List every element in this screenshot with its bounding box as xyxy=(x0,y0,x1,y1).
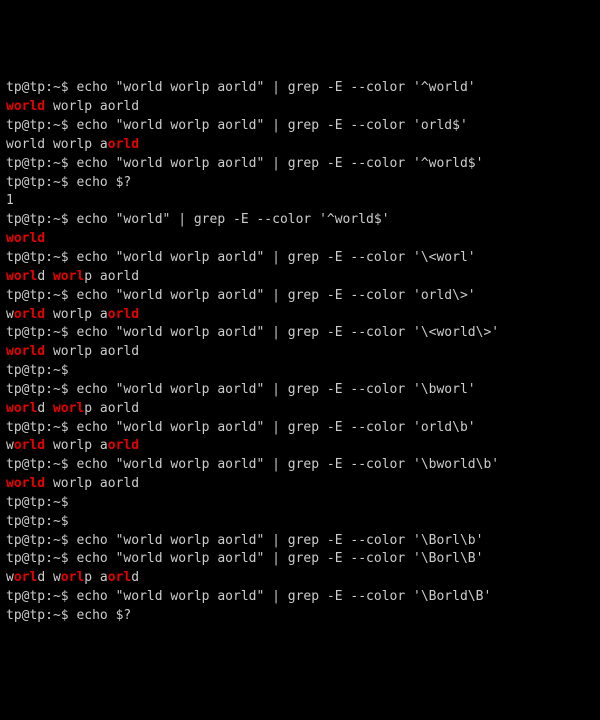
output-text: w xyxy=(6,438,14,453)
command-text: echo "world worlp aorld" | grep -E --col… xyxy=(76,589,491,604)
shell-prompt: tp@tp:~$ xyxy=(6,551,76,566)
grep-match: orl xyxy=(61,570,84,585)
grep-match: orl xyxy=(108,570,131,585)
shell-prompt: tp@tp:~$ xyxy=(6,212,76,227)
terminal-line: world worlp aorld xyxy=(6,475,594,494)
terminal-line: tp@tp:~$ echo $? xyxy=(6,607,594,626)
output-text: 1 xyxy=(6,193,14,208)
output-text: worlp aorld xyxy=(45,99,139,114)
grep-match: world xyxy=(6,231,45,246)
terminal-line: tp@tp:~$ echo "world worlp aorld" | grep… xyxy=(6,456,594,475)
shell-prompt: tp@tp:~$ xyxy=(6,250,76,265)
terminal-line: tp@tp:~$ echo "world worlp aorld" | grep… xyxy=(6,324,594,343)
shell-prompt: tp@tp:~$ xyxy=(6,175,76,190)
command-text: echo "world worlp aorld" | grep -E --col… xyxy=(76,382,475,397)
grep-match: worl xyxy=(6,401,37,416)
command-text: echo "world" | grep -E --color '^world$' xyxy=(76,212,389,227)
shell-prompt: tp@tp:~$ xyxy=(6,420,76,435)
output-text: d w xyxy=(37,570,60,585)
grep-match: world xyxy=(6,99,45,114)
terminal-line: tp@tp:~$ echo "world worlp aorld" | grep… xyxy=(6,381,594,400)
terminal-line: tp@tp:~$ echo "world worlp aorld" | grep… xyxy=(6,79,594,98)
output-text: d xyxy=(37,269,53,284)
terminal-line: tp@tp:~$ echo "world worlp aorld" | grep… xyxy=(6,287,594,306)
shell-prompt: tp@tp:~$ xyxy=(6,80,76,95)
command-text: echo "world worlp aorld" | grep -E --col… xyxy=(76,156,483,171)
output-text: p aorld xyxy=(84,401,139,416)
output-text: world worlp a xyxy=(6,137,108,152)
grep-match: worl xyxy=(53,269,84,284)
grep-match: world xyxy=(6,476,45,491)
command-text: echo "world worlp aorld" | grep -E --col… xyxy=(76,250,475,265)
grep-match: worl xyxy=(53,401,84,416)
command-text: echo "world worlp aorld" | grep -E --col… xyxy=(76,288,475,303)
shell-prompt: tp@tp:~$ xyxy=(6,382,76,397)
shell-prompt: tp@tp:~$ xyxy=(6,363,76,378)
terminal-line: world worlp aorld xyxy=(6,437,594,456)
terminal-line: tp@tp:~$ echo "world worlp aorld" | grep… xyxy=(6,532,594,551)
terminal-line: world worlp aorld xyxy=(6,268,594,287)
command-text: echo "world worlp aorld" | grep -E --col… xyxy=(76,533,483,548)
output-text: p aorld xyxy=(84,269,139,284)
shell-prompt: tp@tp:~$ xyxy=(6,533,76,548)
terminal-line: 1 xyxy=(6,192,594,211)
shell-prompt: tp@tp:~$ xyxy=(6,495,76,510)
grep-match: orld xyxy=(108,307,139,322)
shell-prompt: tp@tp:~$ xyxy=(6,156,76,171)
terminal-line: tp@tp:~$ echo "world worlp aorld" | grep… xyxy=(6,550,594,569)
terminal-line: world worlp aorld xyxy=(6,343,594,362)
command-text: echo $? xyxy=(76,175,131,190)
terminal-line: tp@tp:~$ echo "world worlp aorld" | grep… xyxy=(6,588,594,607)
shell-prompt: tp@tp:~$ xyxy=(6,589,76,604)
terminal-line: tp@tp:~$ echo "world worlp aorld" | grep… xyxy=(6,249,594,268)
terminal-line: world worlp aorld xyxy=(6,98,594,117)
terminal-line: tp@tp:~$ echo $? xyxy=(6,174,594,193)
grep-match: orld xyxy=(108,438,139,453)
output-text: d xyxy=(37,401,53,416)
output-text: worlp aorld xyxy=(45,476,139,491)
shell-prompt: tp@tp:~$ xyxy=(6,118,76,133)
terminal-line: tp@tp:~$ echo "world worlp aorld" | grep… xyxy=(6,117,594,136)
command-text: echo "world worlp aorld" | grep -E --col… xyxy=(76,457,499,472)
command-text: echo $? xyxy=(76,608,131,623)
output-text: w xyxy=(6,307,14,322)
shell-prompt: tp@tp:~$ xyxy=(6,288,76,303)
terminal-line: tp@tp:~$ xyxy=(6,362,594,381)
shell-prompt: tp@tp:~$ xyxy=(6,608,76,623)
shell-prompt: tp@tp:~$ xyxy=(6,457,76,472)
grep-match: worl xyxy=(6,269,37,284)
terminal-line: world worlp aorld xyxy=(6,136,594,155)
terminal-line: tp@tp:~$ xyxy=(6,513,594,532)
terminal-output[interactable]: tp@tp:~$ echo "world worlp aorld" | grep… xyxy=(6,79,594,625)
grep-match: orld xyxy=(14,438,45,453)
command-text: echo "world worlp aorld" | grep -E --col… xyxy=(76,118,467,133)
grep-match: orld xyxy=(108,137,139,152)
command-text: echo "world worlp aorld" | grep -E --col… xyxy=(76,325,499,340)
terminal-line: tp@tp:~$ xyxy=(6,494,594,513)
grep-match: world xyxy=(6,344,45,359)
terminal-line: tp@tp:~$ echo "world" | grep -E --color … xyxy=(6,211,594,230)
command-text: echo "world worlp aorld" | grep -E --col… xyxy=(76,80,475,95)
shell-prompt: tp@tp:~$ xyxy=(6,325,76,340)
output-text: w xyxy=(6,570,14,585)
terminal-line: world worlp aorld xyxy=(6,400,594,419)
terminal-line: tp@tp:~$ echo "world worlp aorld" | grep… xyxy=(6,419,594,438)
terminal-line: world worlp aorld xyxy=(6,306,594,325)
grep-match: orl xyxy=(14,570,37,585)
output-text: worlp a xyxy=(45,307,108,322)
terminal-line: tp@tp:~$ echo "world worlp aorld" | grep… xyxy=(6,155,594,174)
output-text: p a xyxy=(84,570,107,585)
terminal-line: world worlp aorld xyxy=(6,569,594,588)
command-text: echo "world worlp aorld" | grep -E --col… xyxy=(76,420,475,435)
command-text: echo "world worlp aorld" | grep -E --col… xyxy=(76,551,483,566)
shell-prompt: tp@tp:~$ xyxy=(6,514,76,529)
output-text: worlp a xyxy=(45,438,108,453)
output-text: d xyxy=(131,570,139,585)
grep-match: orld xyxy=(14,307,45,322)
terminal-line: world xyxy=(6,230,594,249)
output-text: worlp aorld xyxy=(45,344,139,359)
